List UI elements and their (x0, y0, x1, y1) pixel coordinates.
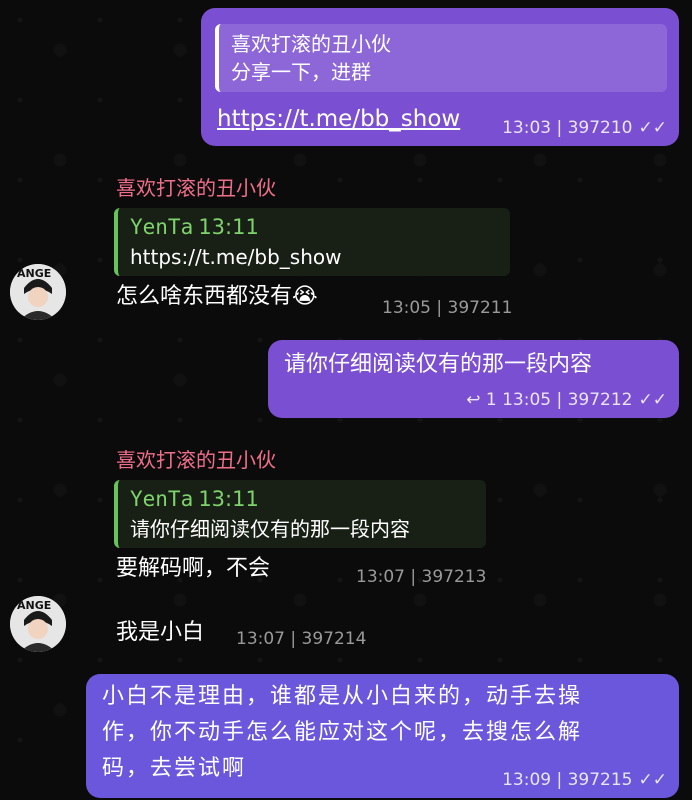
message-meta: ↩ 1 13:05 | 397212 ✓✓ (466, 390, 667, 410)
reply-quote[interactable]: YenTa 13:11 https://t.me/bb_show (114, 208, 510, 276)
reply-count[interactable]: 1 (486, 390, 497, 410)
message-time: 13:09 | 397215 (502, 770, 633, 790)
message-link[interactable]: https://t.me/bb_show (217, 104, 460, 134)
message-text: 我是小白 (116, 620, 205, 645)
message-time: 13:07 | 397213 (356, 567, 487, 587)
message-time: 13:07 | 397214 (236, 629, 367, 649)
message-time: 13:05 | 397212 (502, 390, 633, 410)
message-meta: 13:03 | 397210 ✓✓ (502, 118, 667, 138)
reply-quote[interactable]: 喜欢打滚的丑小伙 分享一下，进群 (215, 24, 667, 92)
sender-name[interactable]: 喜欢打滚的丑小伙 (116, 172, 276, 201)
quote-sender: YenTa (130, 487, 194, 511)
message-time: 13:05 | 397211 (382, 298, 513, 318)
message-text-line: 作，你不动手怎么能应对这个呢，去搜怎么解 (102, 720, 583, 745)
message-time: 13:03 | 397210 (502, 118, 633, 138)
message-text-line: 小白不是理由，谁都是从小白来的，动手去操 (102, 684, 583, 709)
quote-text: 分享一下，进群 (231, 60, 371, 84)
quote-sender: YenTa (130, 215, 194, 239)
quote-text: https://t.me/bb_show (130, 245, 342, 269)
message-text: 请你仔细阅读仅有的那一段内容 (284, 352, 593, 377)
avatar-text: ANGE (17, 267, 52, 280)
avatar[interactable]: ANGE (10, 264, 66, 320)
quote-text: 请你仔细阅读仅有的那一段内容 (130, 517, 410, 541)
double-check-icon: ✓✓ (638, 770, 668, 790)
message-outgoing[interactable]: 小白不是理由，谁都是从小白来的，动手去操 作，你不动手怎么能应对这个呢，去搜怎么… (86, 674, 679, 798)
message-outgoing[interactable]: 请你仔细阅读仅有的那一段内容 ↩ 1 13:05 | 397212 ✓✓ (268, 340, 679, 418)
message-incoming[interactable]: 喜欢打滚的丑小伙 YenTa 13:11 https://t.me/bb_sho… (104, 168, 524, 320)
message-outgoing[interactable]: 喜欢打滚的丑小伙 分享一下，进群 https://t.me/bb_show 13… (201, 8, 679, 146)
reply-quote[interactable]: YenTa 13:11 请你仔细阅读仅有的那一段内容 (114, 480, 486, 548)
reply-arrow-icon[interactable]: ↩ (466, 390, 480, 410)
sender-name[interactable]: 喜欢打滚的丑小伙 (116, 444, 276, 473)
message-meta: 13:09 | 397215 ✓✓ (502, 770, 667, 790)
message-text: 怎么啥东西都没有😭 (116, 284, 318, 309)
quote-time: 13:11 (198, 215, 259, 239)
message-incoming[interactable]: 喜欢打滚的丑小伙 YenTa 13:11 请你仔细阅读仅有的那一段内容 要解码啊… (104, 440, 504, 590)
double-check-icon: ✓✓ (638, 390, 668, 410)
message-text: 要解码啊，不会 (116, 556, 271, 581)
quote-time: 13:11 (198, 487, 259, 511)
avatar[interactable]: ANGE (10, 596, 66, 652)
double-check-icon: ✓✓ (638, 118, 668, 138)
quote-sender: 喜欢打滚的丑小伙 (231, 32, 391, 56)
message-text-line: 码，去尝试啊 (102, 756, 247, 781)
message-incoming[interactable]: 我是小白 13:07 | 397214 (104, 612, 384, 656)
avatar-text: ANGE (17, 599, 52, 612)
